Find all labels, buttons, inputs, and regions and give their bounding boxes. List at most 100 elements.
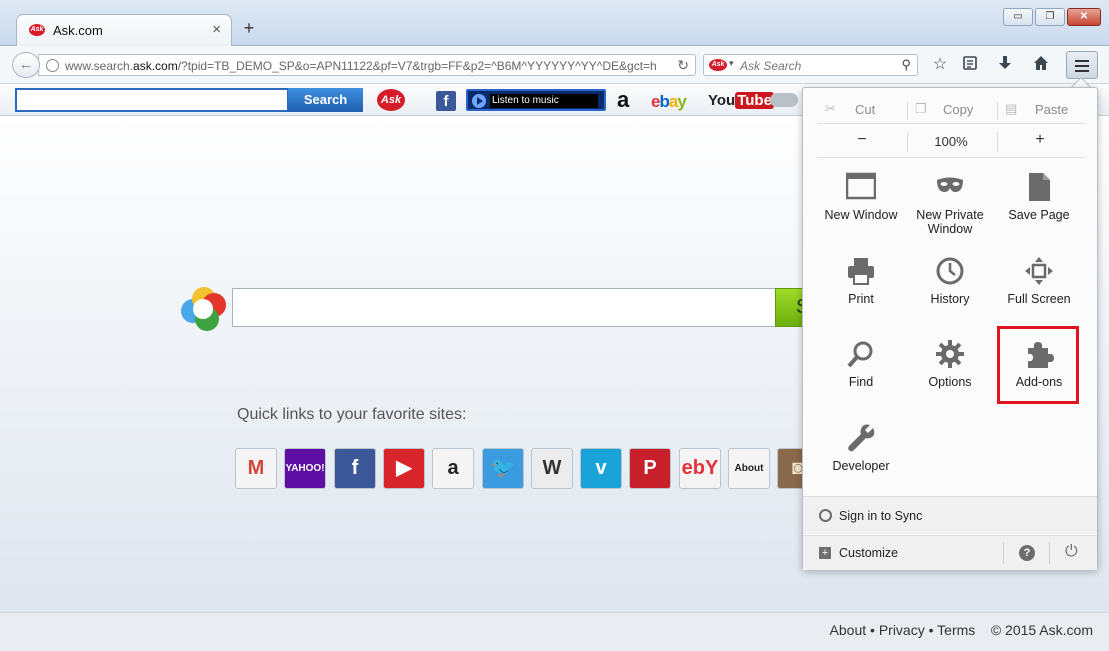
- menu-item-label: Options: [928, 375, 972, 389]
- zoom-in-button[interactable]: +: [1025, 131, 1055, 149]
- zoom-reset-button[interactable]: 100%: [917, 134, 985, 149]
- weather-icon[interactable]: [770, 93, 798, 107]
- menu-item-label: New Window: [824, 208, 898, 222]
- help-icon[interactable]: ?: [1019, 545, 1035, 561]
- youtube-you: You: [708, 92, 736, 109]
- zoom-controls: − 100% +: [817, 128, 1085, 158]
- search-bar[interactable]: Ask ▾ Ask Search ⚲: [703, 54, 918, 76]
- history-button[interactable]: History: [905, 256, 995, 336]
- ring-center: [193, 299, 213, 319]
- print-button[interactable]: Print: [816, 256, 906, 336]
- cut-button[interactable]: ✂ Cut: [825, 101, 905, 121]
- gear-icon: [935, 339, 965, 369]
- menu-item-label: Full Screen: [1007, 292, 1071, 306]
- quicklink-vimeo[interactable]: v: [580, 448, 622, 489]
- customize-bar: + Customize ? ⏻: [803, 535, 1097, 570]
- edit-controls: ✂ Cut ❐ Copy ▤ Paste: [817, 98, 1085, 124]
- mask-icon: [935, 172, 965, 202]
- footer: About • Privacy • Terms © 2015 Ask.com: [0, 612, 1109, 651]
- back-button[interactable]: ←: [12, 52, 40, 78]
- tab-close-icon[interactable]: ×: [212, 21, 221, 38]
- save-page-button[interactable]: Save Page: [994, 172, 1084, 252]
- open-menu-button[interactable]: [1066, 51, 1098, 79]
- url-bar[interactable]: www.search.ask.com/?tpid=TB_DEMO_SP&o=AP…: [38, 54, 696, 76]
- close-window-button[interactable]: ✕: [1067, 8, 1101, 26]
- search-placeholder: Ask Search: [740, 59, 802, 73]
- options-button[interactable]: Options: [905, 339, 995, 419]
- menu-item-label: Find: [848, 375, 874, 389]
- quicklink-twitter[interactable]: 🐦: [482, 448, 524, 489]
- footer-dot: •: [928, 622, 934, 638]
- developer-button[interactable]: Developer: [816, 423, 906, 503]
- printer-icon: [846, 256, 876, 286]
- facebook-icon[interactable]: f: [436, 91, 456, 111]
- quicklink-wikipedia[interactable]: W: [531, 448, 573, 489]
- zoom-out-button[interactable]: −: [847, 131, 877, 149]
- toolbar-search-button[interactable]: Search: [288, 88, 363, 112]
- quicklink-youtube[interactable]: ▶: [383, 448, 425, 489]
- full-screen-button[interactable]: Full Screen: [994, 256, 1084, 336]
- reading-list-icon[interactable]: [959, 55, 981, 75]
- divider: [1003, 542, 1004, 564]
- divider: [997, 132, 998, 152]
- ebay-icon[interactable]: ebay: [651, 92, 687, 112]
- quicklink-yahoo[interactable]: YAHOO!: [284, 448, 326, 489]
- menu-item-label: Print: [848, 292, 874, 306]
- engine-dropdown-icon[interactable]: ▾: [729, 58, 734, 69]
- search-icon[interactable]: ⚲: [901, 57, 911, 73]
- divider: [907, 102, 908, 120]
- hamburger-line: [1075, 65, 1089, 67]
- main-search-input[interactable]: [232, 288, 777, 327]
- ask-logo[interactable]: Ask: [377, 89, 405, 111]
- menu-item-label: New Private Window: [916, 208, 984, 236]
- home-icon[interactable]: [1030, 55, 1052, 75]
- customize-plus-icon[interactable]: +: [819, 547, 831, 559]
- url-text[interactable]: www.search.ask.com/?tpid=TB_DEMO_SP&o=AP…: [65, 59, 675, 73]
- tab-ask[interactable]: Ask Ask.com ×: [16, 14, 232, 47]
- clipboard-icon: ▤: [1005, 101, 1018, 116]
- url-host: ask.com: [133, 59, 178, 73]
- new-window-button[interactable]: New Window: [816, 172, 906, 252]
- menu-item-label: Save Page: [1008, 208, 1070, 222]
- cut-label: Cut: [855, 102, 876, 117]
- restore-button[interactable]: ❐: [1035, 8, 1065, 26]
- youtube-tube: Tube: [735, 92, 774, 109]
- menu-item-label: Developer: [832, 459, 890, 473]
- menu-item-label: History: [930, 292, 970, 306]
- quicklink-facebook[interactable]: f: [334, 448, 376, 489]
- divider: [1049, 542, 1050, 564]
- quicklink-ebay[interactable]: ebY: [679, 448, 721, 489]
- paste-button[interactable]: ▤ Paste: [1005, 101, 1085, 121]
- ask-engine-icon[interactable]: Ask: [709, 59, 727, 71]
- customize-button[interactable]: Customize: [839, 546, 898, 560]
- hamburger-line: [1075, 70, 1089, 72]
- quicklink-pinterest[interactable]: P: [629, 448, 671, 489]
- minimize-button[interactable]: ▭: [1003, 8, 1033, 26]
- quicklink-about[interactable]: About: [728, 448, 770, 489]
- reload-icon[interactable]: ↻: [677, 57, 689, 74]
- new-tab-button[interactable]: +: [240, 18, 258, 39]
- youtube-icon[interactable]: You Tube: [708, 92, 774, 109]
- find-button[interactable]: Find: [816, 339, 906, 419]
- new-private-window-button[interactable]: New Private Window: [905, 172, 995, 252]
- copy-icon: ❐: [915, 101, 927, 116]
- ask-ring-logo: [181, 287, 227, 333]
- copy-button[interactable]: ❐ Copy: [915, 101, 995, 121]
- about-link[interactable]: About: [830, 622, 867, 638]
- bookmark-star-icon[interactable]: ☆: [929, 55, 951, 75]
- quicklink-gmail[interactable]: M: [235, 448, 277, 489]
- amazon-icon[interactable]: a: [617, 87, 629, 113]
- window-controls: ▭ ❐ ✕: [1003, 8, 1101, 26]
- sync-label: Sign in to Sync: [839, 509, 923, 523]
- toolbar-search-input[interactable]: [15, 88, 289, 112]
- privacy-link[interactable]: Privacy: [879, 622, 925, 638]
- terms-link[interactable]: Terms: [937, 622, 975, 638]
- play-icon[interactable]: [472, 94, 486, 108]
- download-icon[interactable]: [994, 55, 1016, 75]
- quicklink-amazon[interactable]: a: [432, 448, 474, 489]
- quit-power-icon[interactable]: ⏻: [1065, 543, 1078, 561]
- hamburger-line: [1075, 60, 1089, 62]
- listen-to-music-widget[interactable]: Listen to music: [466, 89, 606, 111]
- url-rest: /?tpid=TB_DEMO_SP&o=APN11122&pf=V7&trgb=…: [177, 59, 657, 73]
- sign-in-to-sync-button[interactable]: Sign in to Sync: [803, 496, 1097, 534]
